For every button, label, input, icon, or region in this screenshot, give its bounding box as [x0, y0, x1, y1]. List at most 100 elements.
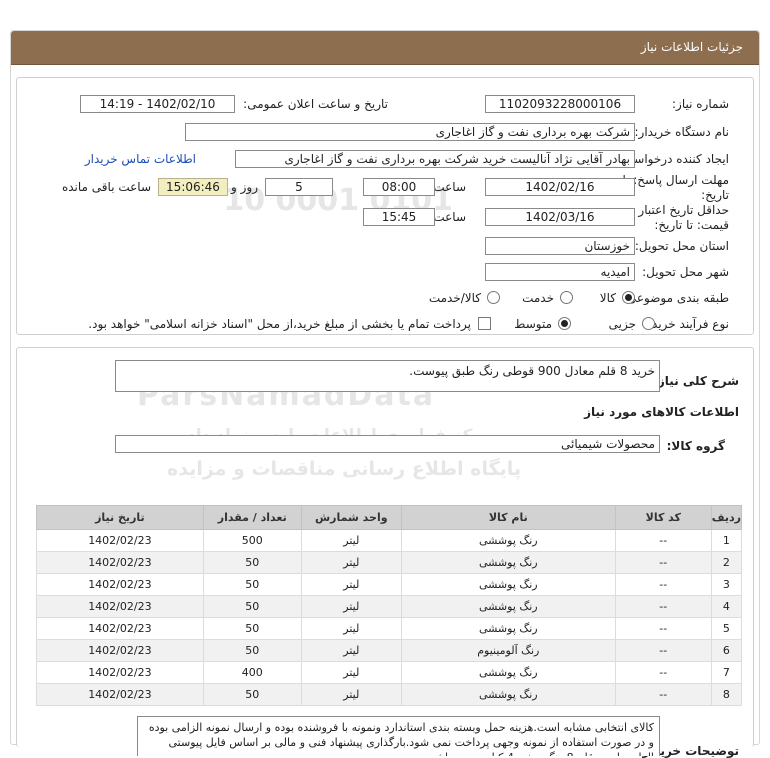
deadline-label-line1: مهلت ارسال پاسخ: تا: [622, 173, 729, 187]
cell-goods-code: --: [614, 595, 712, 618]
announce-date-label: تاریخ و ساعت اعلان عمومی:: [243, 97, 388, 111]
cell-unit: لیتر: [300, 529, 402, 552]
cell-unit: لیتر: [300, 551, 402, 574]
goods-table: ردیف کد کالا نام کالا واحد شمارش تعداد /…: [36, 505, 743, 706]
col-header-need-date: تاریخ نیاز: [36, 505, 204, 530]
cell-row-number: 6: [710, 639, 743, 662]
cell-need-date: 1402/02/23: [36, 617, 204, 640]
table-row: 4 -- رنگ پوششی لیتر 50 1402/02/23: [36, 595, 743, 618]
cell-goods-name: رنگ پوششی: [400, 573, 616, 596]
watermark-portal-name: پایگاه اطلاع رسانی مناقصات و مزایده: [167, 458, 522, 480]
requester-field: بهادر آقایی نژاد آنالیست خرید شرکت بهره …: [235, 150, 635, 168]
cell-quantity: 50: [202, 573, 302, 596]
cell-goods-name: رنگ پوششی: [400, 551, 616, 574]
table-row: 6 -- رنگ آلومینیوم لیتر 50 1402/02/23: [36, 639, 743, 662]
treasury-payment-note: پرداخت تمام یا بخشی از مبلغ خرید،از محل …: [88, 317, 471, 331]
process-type-label: نوع فرآیند خرید :: [644, 317, 729, 331]
city-field: امیدیه: [485, 263, 635, 281]
cell-goods-code: --: [614, 529, 712, 552]
remaining-time-label: ساعت باقی مانده: [61, 180, 151, 194]
process-radio-medium[interactable]: [558, 317, 571, 330]
province-field: خوزستان: [485, 237, 635, 255]
cell-goods-code: --: [614, 639, 712, 662]
buyer-org-field: شرکت بهره برداری نفت و گاز اغاجاری: [185, 123, 635, 141]
deadline-date-field: 1402/02/16: [485, 178, 635, 196]
page-title: جزئیات اطلاعات نیاز: [640, 40, 743, 54]
cell-goods-name: رنگ پوششی: [400, 529, 616, 552]
province-label: استان محل تحویل:: [634, 239, 729, 253]
cell-quantity: 50: [202, 639, 302, 662]
days-label: روز و: [231, 180, 258, 194]
deadline-time-label: ساعت: [433, 180, 466, 194]
col-header-goods-name: نام کالا: [400, 505, 616, 530]
cell-goods-code: --: [614, 551, 712, 574]
cell-need-date: 1402/02/23: [36, 529, 204, 552]
category-radio-goods-service[interactable]: [487, 291, 500, 304]
cell-quantity: 400: [202, 661, 302, 684]
table-row: 3 -- رنگ پوششی لیتر 50 1402/02/23: [36, 573, 743, 596]
validity-label-line1: حداقل تاریخ اعتبار: [638, 203, 729, 217]
cell-unit: لیتر: [300, 661, 402, 684]
cell-need-date: 1402/02/23: [36, 683, 204, 706]
cell-goods-name: رنگ پوششی: [400, 661, 616, 684]
cell-goods-code: --: [614, 573, 712, 596]
cell-need-date: 1402/02/23: [36, 639, 204, 662]
request-info-panel: 0101 0001 10 شماره نیاز: 110209322800010…: [16, 77, 754, 335]
cell-quantity: 50: [202, 617, 302, 640]
cell-unit: لیتر: [300, 573, 402, 596]
validity-time-label: ساعت: [433, 210, 466, 224]
city-label: شهر محل تحویل:: [642, 265, 729, 279]
cell-quantity: 500: [202, 529, 302, 552]
need-number-field: 1102093228000106: [485, 95, 635, 113]
deadline-time-field: 08:00: [363, 178, 435, 196]
days-remaining-field: 5: [265, 178, 333, 196]
buyer-notes-field: کالای انتخابی مشابه است.هزینه حمل وبسته …: [137, 716, 660, 756]
cell-need-date: 1402/02/23: [36, 551, 204, 574]
cell-goods-name: رنگ پوششی: [400, 683, 616, 706]
buyer-org-label: نام دستگاه خریدار:: [634, 125, 730, 139]
announce-date-field: 1402/02/10 - 14:19: [80, 95, 235, 113]
cell-row-number: 8: [710, 683, 743, 706]
buyer-contact-link[interactable]: اطلاعات تماس خریدار: [85, 152, 196, 166]
cell-goods-name: رنگ آلومینیوم: [400, 639, 616, 662]
category-option-goods-service: کالا/خدمت: [428, 291, 481, 305]
category-option-service: خدمت: [522, 291, 554, 305]
cell-unit: لیتر: [300, 639, 402, 662]
cell-need-date: 1402/02/23: [36, 661, 204, 684]
category-label: طبقه بندی موضوعی:: [622, 291, 729, 305]
goods-table-header-row: ردیف کد کالا نام کالا واحد شمارش تعداد /…: [36, 505, 743, 530]
requester-label: ایجاد کننده درخواست:: [618, 152, 729, 166]
need-details-panel: ParsNamadData مرکز فراوری اطلاعات پارس ن…: [16, 347, 754, 758]
process-option-medium: متوسط: [514, 317, 552, 331]
cell-goods-code: --: [614, 661, 712, 684]
cell-need-date: 1402/02/23: [36, 573, 204, 596]
remaining-time-field: 15:06:46: [158, 178, 228, 196]
process-option-minor: جزیی: [608, 317, 636, 331]
need-summary-label: شرح کلی نیاز:: [653, 374, 739, 388]
cell-quantity: 50: [202, 683, 302, 706]
need-summary-field: خرید 8 قلم معادل 900 قوطی رنگ طبق پیوست.: [115, 360, 660, 392]
process-radio-minor[interactable]: [642, 317, 655, 330]
cell-row-number: 2: [710, 551, 743, 574]
cell-goods-name: رنگ پوششی: [400, 617, 616, 640]
cell-quantity: 50: [202, 551, 302, 574]
table-row: 2 -- رنگ پوششی لیتر 50 1402/02/23: [36, 551, 743, 574]
cell-unit: لیتر: [300, 617, 402, 640]
cell-unit: لیتر: [300, 595, 402, 618]
validity-date-field: 1402/03/16: [485, 208, 635, 226]
table-row: 8 -- رنگ پوششی لیتر 50 1402/02/23: [36, 683, 743, 706]
need-number-label: شماره نیاز:: [672, 97, 729, 111]
table-row: 1 -- رنگ پوششی لیتر 500 1402/02/23: [36, 529, 743, 552]
table-row: 5 -- رنگ پوششی لیتر 50 1402/02/23: [36, 617, 743, 640]
cell-row-number: 7: [710, 661, 743, 684]
validity-time-field: 15:45: [363, 208, 435, 226]
goods-group-label: گروه کالا:: [666, 439, 725, 453]
category-radio-goods[interactable]: [622, 291, 635, 304]
goods-group-field: محصولات شیمیائی: [115, 435, 660, 453]
cell-quantity: 50: [202, 595, 302, 618]
category-radio-service[interactable]: [560, 291, 573, 304]
cell-goods-name: رنگ پوششی: [400, 595, 616, 618]
treasury-payment-checkbox[interactable]: [478, 317, 491, 330]
cell-goods-code: --: [614, 617, 712, 640]
cell-row-number: 1: [710, 529, 743, 552]
